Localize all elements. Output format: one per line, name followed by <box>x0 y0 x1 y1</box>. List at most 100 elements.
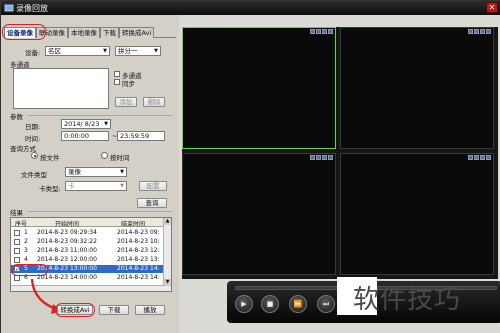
chevron-down-icon: ▼ <box>120 169 124 175</box>
card-type-select[interactable]: 卡 ▼ <box>65 181 127 191</box>
row-number: 3 <box>24 247 28 254</box>
tab-convert-avi[interactable]: 转换成Avi <box>119 27 155 38</box>
vertical-scrollbar[interactable]: ▲ ▼ <box>163 218 171 291</box>
stop-icon[interactable]: ■ <box>261 295 279 313</box>
row-checkbox[interactable] <box>14 239 20 245</box>
close-icon[interactable] <box>486 155 491 160</box>
row-end-time: 2014-8-23 14: <box>117 274 160 281</box>
snapshot-icon[interactable] <box>310 29 315 34</box>
fast-forward-icon[interactable]: ⏩ <box>289 295 307 313</box>
video-pane-1[interactable] <box>182 27 336 149</box>
row-number: 6 <box>24 274 28 281</box>
end-time-value: 23:59:59 <box>120 132 150 140</box>
by-file-radio[interactable] <box>31 152 38 159</box>
snapshot-icon[interactable] <box>468 29 473 34</box>
record-icon[interactable] <box>474 29 479 34</box>
table-row[interactable]: 4 2014-8-23 12:00:00 2014-8-23 13: <box>11 256 165 264</box>
scroll-up-icon[interactable]: ▲ <box>164 218 171 225</box>
close-button[interactable]: ✕ <box>486 2 498 13</box>
record-icon[interactable] <box>316 29 321 34</box>
row-end-time: 2014-8-23 10: <box>117 238 160 245</box>
table-row-selected[interactable]: ✓ 5 2014-8-23 13:00:00 2014-8-23 14: <box>11 265 165 273</box>
row-checkbox[interactable] <box>14 275 20 281</box>
row-checkbox[interactable] <box>14 230 20 236</box>
end-time-input[interactable]: 23:59:59 <box>117 131 165 141</box>
file-type-label: 文件类型 <box>21 171 47 179</box>
device-select[interactable]: 名区 ▼ <box>45 46 110 56</box>
sync-checkbox[interactable] <box>114 79 120 85</box>
row-end-time: 2014-8-23 13: <box>117 256 160 263</box>
video-pane-4[interactable] <box>340 153 494 275</box>
pane-toolbar <box>310 155 333 160</box>
tab-download[interactable]: 下载 <box>100 27 119 38</box>
multichannel-checkbox[interactable] <box>114 71 120 77</box>
row-checkbox[interactable] <box>14 248 20 254</box>
table-row[interactable]: 3 2014-8-23 11:00:00 2014-8-23 12: <box>11 247 165 255</box>
close-icon[interactable] <box>328 155 333 160</box>
query-button[interactable]: 查询 <box>137 198 167 208</box>
audio-icon[interactable] <box>480 155 485 160</box>
video-grid <box>182 27 498 279</box>
row-end-time: 2014-8-23 12: <box>117 247 160 254</box>
channel-list[interactable] <box>13 68 109 109</box>
pane-toolbar <box>468 29 491 34</box>
column-header-start[interactable]: 开始时间 <box>55 219 79 228</box>
snapshot-icon[interactable] <box>310 155 315 160</box>
table-row[interactable]: 1 2014-8-23 09:29:34 2014-8-23 09: <box>11 229 165 237</box>
start-time-input[interactable]: 0:00:00 <box>61 131 109 141</box>
horizontal-scrollbar[interactable] <box>11 285 165 291</box>
row-start-time: 2014-8-23 09:32:22 <box>37 238 97 245</box>
title-bar[interactable]: 录像回放 ✕ <box>1 1 500 15</box>
sync-checkbox-label: 同步 <box>122 80 135 88</box>
time-label: 时间: <box>25 135 41 143</box>
params-label: 参数 <box>10 113 23 121</box>
watermark-text: 软件技巧 <box>353 285 462 315</box>
scroll-down-icon[interactable]: ▼ <box>164 279 171 286</box>
convert-avi-button[interactable]: 转换成Avi <box>57 305 93 315</box>
pane-toolbar <box>468 155 491 160</box>
pane-toolbar <box>310 29 333 34</box>
next-frame-icon[interactable]: ⏭ <box>317 295 335 313</box>
file-type-select[interactable]: 录像 ▼ <box>65 167 127 177</box>
audio-icon[interactable] <box>322 155 327 160</box>
add-button[interactable]: 添加 <box>115 97 137 107</box>
row-start-time: 2014-8-23 13:00:00 <box>37 265 97 272</box>
row-checkbox-checked[interactable]: ✓ <box>14 266 20 273</box>
snapshot-icon[interactable] <box>468 155 473 160</box>
tab-local-recording[interactable]: 本地录像 <box>68 27 100 38</box>
record-icon[interactable] <box>316 155 321 160</box>
row-start-time: 2014-8-23 14:00:00 <box>37 274 97 281</box>
row-checkbox[interactable] <box>14 257 20 263</box>
play-icon[interactable]: ▶ <box>235 295 253 313</box>
close-icon[interactable] <box>328 29 333 34</box>
chevron-down-icon: ▼ <box>103 48 107 54</box>
results-table[interactable]: 序号 开始时间 结束时间 1 2014-8-23 09:29:34 2014-8… <box>10 217 172 292</box>
date-picker[interactable]: 2014/ 8/23 ▼ <box>61 119 111 129</box>
video-pane-2[interactable] <box>340 27 494 149</box>
device-select-value: 名区 <box>48 47 61 55</box>
delete-button[interactable]: 删除 <box>143 97 165 107</box>
row-end-time: 2014-8-23 14: <box>117 265 160 272</box>
chevron-down-icon: ▼ <box>154 48 158 54</box>
group-divider <box>27 211 173 212</box>
date-value: 2014/ 8/23 <box>64 120 100 128</box>
play-button[interactable]: 播放 <box>135 305 165 315</box>
device-extra-select[interactable]: 拼分一 ▼ <box>115 46 161 56</box>
table-row[interactable]: 2 2014-8-23 09:32:22 2014-8-23 10: <box>11 238 165 246</box>
audio-icon[interactable] <box>322 29 327 34</box>
app-icon <box>4 4 14 12</box>
file-type-value: 录像 <box>68 168 81 176</box>
config-button[interactable]: 配置 <box>139 181 167 191</box>
download-button[interactable]: 下载 <box>99 305 129 315</box>
tab-linked-recording[interactable]: 联动录像 <box>36 27 68 38</box>
audio-icon[interactable] <box>480 29 485 34</box>
close-icon[interactable] <box>486 29 491 34</box>
video-pane-3[interactable] <box>182 153 336 275</box>
by-time-radio[interactable] <box>101 152 108 159</box>
column-header-no[interactable]: 序号 <box>15 219 27 228</box>
tab-device-recording[interactable]: 设备录像 <box>4 27 36 38</box>
row-number: 1 <box>24 229 28 236</box>
table-row[interactable]: 6 2014-8-23 14:00:00 2014-8-23 14: <box>11 274 165 282</box>
record-icon[interactable] <box>474 155 479 160</box>
column-header-end[interactable]: 结束时间 <box>121 219 145 228</box>
